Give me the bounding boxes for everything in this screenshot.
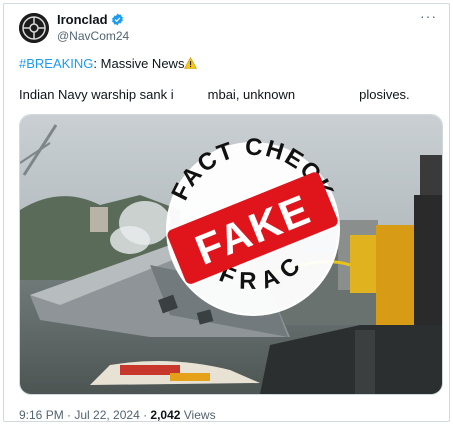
body-text-part-2: mbai, unknown bbox=[207, 87, 296, 102]
views-label: Views bbox=[180, 408, 216, 422]
verified-badge-icon bbox=[111, 13, 123, 26]
views-count: 2,042 bbox=[150, 408, 181, 422]
tweet-media-image[interactable]: FACT CHECK DFRAC FAKE bbox=[19, 114, 443, 395]
author-name[interactable]: Ironclad bbox=[57, 12, 108, 27]
author-handle[interactable]: @NavCom24 bbox=[57, 29, 129, 43]
more-options-icon[interactable]: ··· bbox=[420, 8, 437, 24]
timestamp[interactable]: 9:16 PM · Jul 22, 2024 · bbox=[19, 408, 150, 422]
author-row: Ironclad bbox=[57, 12, 124, 27]
tweet-card: Ironclad @NavCom24 ··· #BREAKING: Massiv… bbox=[3, 3, 450, 422]
tweet-body-text: Indian Navy warship sank i mbai, unknown p… bbox=[19, 87, 410, 102]
warning-emoji-icon bbox=[184, 57, 198, 69]
tweet-footer: 9:16 PM · Jul 22, 2024 · 2,042 Views bbox=[19, 408, 216, 422]
body-text-part-3: plosives. bbox=[359, 87, 410, 102]
fake-stamp-overlay: FACT CHECK DFRAC FAKE bbox=[166, 134, 340, 316]
headline-text: : Massive News bbox=[93, 56, 185, 71]
tweet-headline: #BREAKING: Massive News bbox=[19, 56, 198, 71]
body-text-part-1: Indian Navy warship sank i bbox=[19, 87, 174, 102]
hashtag-link[interactable]: #BREAKING bbox=[19, 56, 93, 71]
avatar[interactable] bbox=[19, 13, 49, 43]
